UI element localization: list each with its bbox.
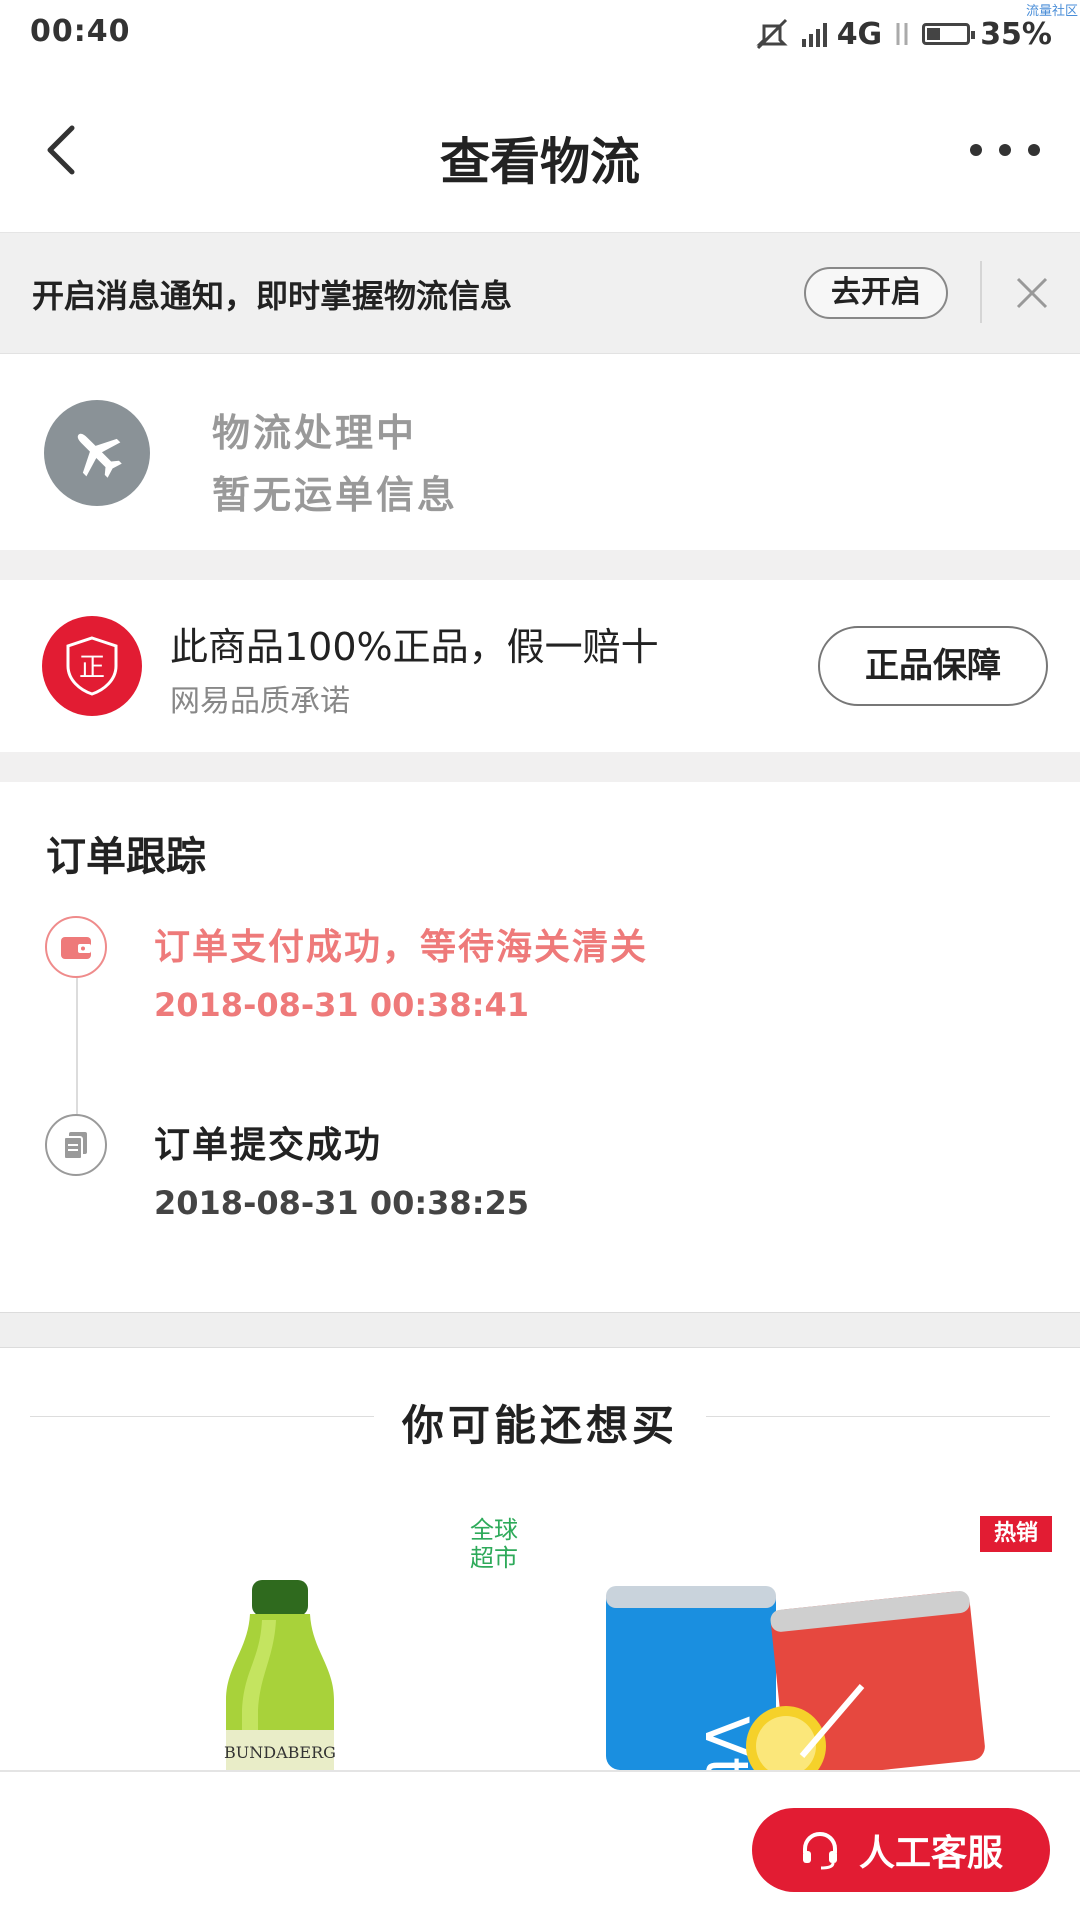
mute-icon: [756, 18, 788, 50]
divider: [980, 261, 982, 323]
hot-sale-badge: 热销: [980, 1516, 1052, 1552]
logistics-status-text: 物流处理中: [212, 411, 418, 455]
section-gap: [0, 550, 1080, 580]
status-bar: 00:40 流量社区 4G 35%: [0, 0, 1080, 70]
signal-icon: [801, 21, 827, 47]
more-dots-icon: [970, 144, 982, 156]
notification-text: 开启消息通知，即时掌握物流信息: [32, 277, 513, 315]
close-icon: [1016, 277, 1048, 309]
event-time: 2018-08-31 00:38:41: [154, 986, 530, 1024]
recommend-title: 你可能还想买: [401, 1401, 678, 1450]
bottom-bar: 人工客服: [0, 1770, 1080, 1922]
product-image-bottle[interactable]: BUNDABERG: [200, 1580, 360, 1770]
section-gap: [0, 1312, 1080, 1348]
divider: [706, 1416, 1050, 1417]
status-icons: 4G 35%: [752, 12, 1052, 56]
plane-icon: [77, 433, 122, 478]
timeline-node-paid: [45, 916, 107, 978]
tracking-title: 订单跟踪: [46, 834, 206, 880]
timeline-node-submitted: [45, 1114, 107, 1176]
shield-icon: 正: [66, 636, 118, 696]
section-gap: [0, 752, 1080, 782]
customer-service-button[interactable]: 人工客服: [752, 1808, 1050, 1892]
event-title: 订单提交成功: [154, 1125, 383, 1166]
notification-banner: 开启消息通知，即时掌握物流信息 去开启: [0, 233, 1080, 354]
data-arrows-icon: [896, 23, 908, 45]
page-title: 查看物流: [440, 133, 640, 191]
shield-char: 正: [79, 653, 105, 683]
guarantee-subtitle: 网易品质承诺: [170, 684, 350, 719]
enable-notification-button[interactable]: 去开启: [804, 267, 948, 319]
product-image-cans[interactable]: Vtal: [606, 1576, 996, 1834]
customer-service-label: 人工客服: [858, 1833, 1003, 1874]
waybill-status-text: 暂无运单信息: [212, 473, 459, 517]
logistics-status: 物流处理中 暂无运单信息: [0, 354, 1080, 550]
authenticity-guarantee: 正 此商品100%正品，假一赔十 网易品质承诺 正品保障: [0, 580, 1080, 752]
close-banner-button[interactable]: [1012, 273, 1052, 313]
svg-text:BUNDABERG: BUNDABERG: [224, 1743, 336, 1762]
event-time: 2018-08-31 00:38:25: [154, 1184, 530, 1222]
headset-icon: [802, 1831, 837, 1870]
status-time: 00:40: [30, 14, 131, 49]
more-button[interactable]: [970, 130, 1040, 170]
authentic-badge: 正: [42, 616, 142, 716]
global-supermarket-tag: 全球 超市: [470, 1516, 518, 1572]
battery-icon: [922, 23, 976, 45]
event-title: 订单支付成功，等待海关清关: [154, 927, 649, 968]
guarantee-title: 此商品100%正品，假一赔十: [170, 625, 659, 669]
network-type: 4G: [836, 16, 883, 52]
guarantee-button[interactable]: 正品保障: [818, 626, 1048, 706]
nav-bar: 查看物流: [0, 70, 1080, 233]
timeline-line: [76, 962, 78, 1132]
battery-percent: 35%: [980, 16, 1052, 52]
logistics-icon: [44, 400, 150, 506]
order-tracking: 订单跟踪 订单支付成功，等待海关清关 2018-08-31 00:38:41 订…: [0, 782, 1080, 1312]
document-icon: [63, 1132, 87, 1160]
wallet-icon: [61, 937, 91, 959]
